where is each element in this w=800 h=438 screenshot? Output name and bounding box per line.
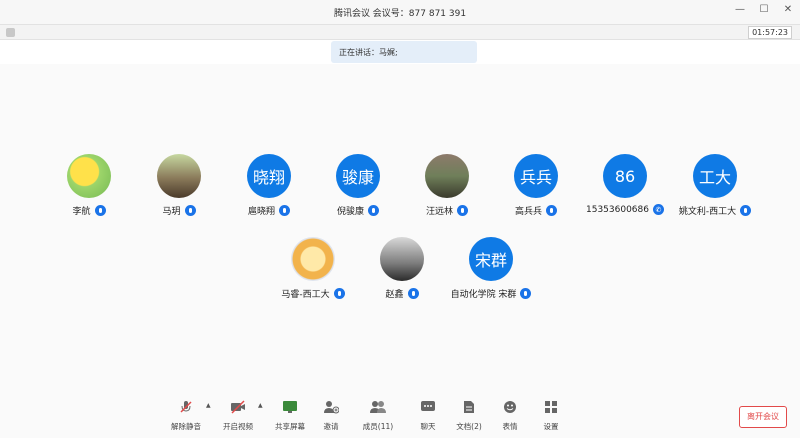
share-screen-icon xyxy=(282,399,298,415)
mic-muted-icon xyxy=(178,399,194,415)
avatar xyxy=(157,154,201,198)
participant-name: 赵鑫 xyxy=(385,290,404,300)
settings-button[interactable]: 设置 xyxy=(531,399,571,432)
unmute-button[interactable]: 解除静音 xyxy=(166,399,206,432)
avatar xyxy=(425,154,469,198)
invite-button[interactable]: 邀请 xyxy=(311,399,351,432)
members-icon xyxy=(370,399,386,415)
participant-name: 姚文利-西工大 xyxy=(678,207,737,217)
meeting-timer: 01:57:23 xyxy=(748,26,792,39)
chat-icon xyxy=(420,399,436,415)
avatar: 86 xyxy=(603,154,647,198)
leave-meeting-button[interactable]: 离开会议 xyxy=(739,406,787,428)
avatar xyxy=(291,237,335,281)
avatar: 宋群 xyxy=(469,237,513,281)
speaking-indicator: 正在讲话：马娓; xyxy=(331,41,477,63)
members-button[interactable]: 成员(11) xyxy=(358,399,398,432)
participant-name: 马睿-西工大 xyxy=(281,290,330,300)
participant-name: 汪远林 xyxy=(425,207,453,217)
share-screen-button[interactable]: 共享屏幕 xyxy=(270,399,310,432)
documents-button[interactable]: 文档(2) xyxy=(449,399,489,432)
avatar: 晓翔 xyxy=(247,154,291,198)
meeting-toolbar: 解除静音 ▲ 开启视频 ▲ 共享屏幕 邀请 成员(11) 聊天 文档(2) 表情… xyxy=(0,394,800,438)
add-user-icon xyxy=(323,399,339,415)
participant-name: 李航 xyxy=(72,207,91,217)
participant-grid: 李航 马玥 晓翔 扈晓翔 骏康 倪骏康 汪远林 兵兵 高兵兵 86 153536… xyxy=(0,64,800,394)
mic-icon xyxy=(94,205,106,216)
mic-icon xyxy=(407,288,419,299)
participant-name: 倪骏康 xyxy=(336,207,364,217)
window-controls: — ☐ ✕ xyxy=(734,4,794,15)
avatar xyxy=(380,237,424,281)
participant-name: 15353600686 xyxy=(586,204,649,215)
document-icon xyxy=(461,399,477,415)
emoji-button[interactable]: 表情 xyxy=(490,399,530,432)
shield-icon[interactable] xyxy=(6,28,15,37)
participant-tile[interactable]: 工大 姚文利-西工大 xyxy=(660,154,770,217)
settings-icon xyxy=(543,399,559,415)
title-bar: 腾讯会议 会议号：877 871 391 — ☐ ✕ xyxy=(0,0,800,24)
camera-off-icon xyxy=(230,399,246,415)
participant-name: 马玥 xyxy=(162,207,181,217)
start-video-button[interactable]: 开启视频 xyxy=(218,399,258,432)
mic-options-arrow[interactable]: ▲ xyxy=(206,402,211,409)
avatar xyxy=(67,154,111,198)
avatar: 骏康 xyxy=(336,154,380,198)
mic-icon xyxy=(546,205,557,216)
mic-icon xyxy=(333,288,345,299)
video-options-arrow[interactable]: ▲ xyxy=(258,402,263,409)
mic-icon xyxy=(184,205,196,216)
minimize-button[interactable]: — xyxy=(734,4,746,15)
participant-name: 自动化学院 宋群 xyxy=(450,290,517,300)
emoji-icon xyxy=(502,399,518,415)
close-button[interactable]: ✕ xyxy=(782,4,794,15)
mic-icon xyxy=(368,205,379,216)
participant-tile[interactable]: 宋群 自动化学院 宋群 xyxy=(436,237,546,300)
participant-name: 高兵兵 xyxy=(514,207,542,217)
mic-icon xyxy=(279,205,290,216)
mic-icon xyxy=(740,205,752,216)
chat-button[interactable]: 聊天 xyxy=(408,399,448,432)
maximize-button[interactable]: ☐ xyxy=(758,4,770,15)
participant-name: 扈晓翔 xyxy=(247,207,275,217)
avatar: 兵兵 xyxy=(514,154,558,198)
mic-icon xyxy=(520,288,532,299)
window-title: 腾讯会议 会议号：877 871 391 xyxy=(333,9,467,19)
info-bar: 01:57:23 xyxy=(0,24,800,40)
mic-icon xyxy=(457,205,468,216)
avatar: 工大 xyxy=(693,154,737,198)
